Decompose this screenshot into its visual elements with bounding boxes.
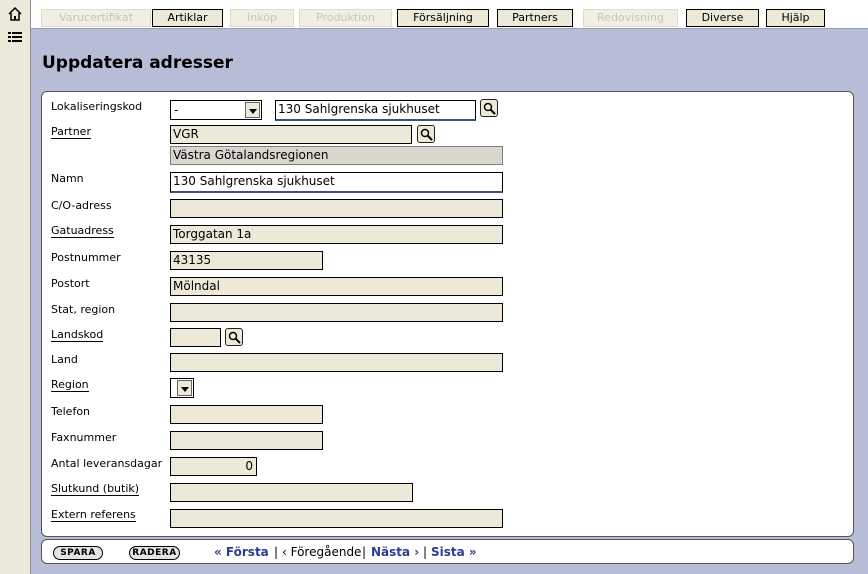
namn-label: Namn [51,172,84,185]
telefon-input[interactable] [170,405,323,424]
tab-redovisning[interactable]: Redovisning [583,9,678,27]
region-label[interactable]: Region [51,379,89,392]
faxnummer-label: Faxnummer [51,431,117,444]
tab-inkop[interactable]: Inköp [230,9,294,27]
telefon-label: Telefon [51,405,91,418]
land-label: Land [51,353,78,366]
lokaliseringskod-select[interactable]: - [170,100,262,120]
pager-separator: | [362,545,367,559]
landskod-input[interactable] [170,328,221,347]
slutkund-input[interactable] [170,483,413,502]
antal-leveransdagar-input[interactable]: 0 [170,457,257,476]
left-toolbar [0,0,31,574]
extern-referens-label[interactable]: Extern referens [51,509,136,522]
slutkund-label[interactable]: Slutkund (butik) [51,483,140,496]
partner-input[interactable]: VGR [170,125,412,144]
partner-name-display: Västra Götalandsregionen [170,146,503,165]
lokaliseringskod-select-value: - [174,103,179,117]
list-icon[interactable] [7,30,23,46]
postnummer-input[interactable]: 43135 [170,251,323,270]
extern-referens-input[interactable] [170,509,503,528]
namn-input[interactable]: 130 Sahlgrenska sjukhuset [170,172,503,193]
lokaliseringskod-input[interactable]: 130 Sahlgrenska sjukhuset [275,100,476,121]
chevron-down-icon[interactable] [245,102,260,118]
land-input[interactable] [170,353,503,372]
pager-first-link[interactable]: « Första [214,545,269,559]
stat-region-input[interactable] [170,303,503,322]
tab-artiklar[interactable]: Artiklar [152,9,223,27]
gatuadress-input[interactable]: Torggatan 1a [170,225,503,244]
lokaliseringskod-label: Lokaliseringskod [51,100,143,113]
tab-varucertifikat[interactable]: Varucertifikat [41,9,151,27]
tab-hjalp[interactable]: Hjälp [766,9,825,27]
pager-next-link[interactable]: Nästa › [371,545,419,559]
tab-partners[interactable]: Partners [497,9,573,27]
postnummer-label: Postnummer [51,251,121,264]
home-icon[interactable] [7,6,23,22]
save-button[interactable]: SPARA [53,546,103,560]
partner-label[interactable]: Partner [51,126,91,139]
co-adress-input[interactable] [170,199,503,218]
action-bar: SPARA RADERA « Första | ‹ Föregående | N… [41,539,854,564]
magnifier-icon[interactable] [480,99,498,117]
pager-last-link[interactable]: Sista » [431,545,477,559]
tab-diverse[interactable]: Diverse [686,9,759,27]
postort-input[interactable]: Mölndal [170,277,503,296]
magnifier-icon[interactable] [417,125,435,143]
magnifier-icon[interactable] [225,328,243,346]
stat-region-label: Stat, region [51,303,116,316]
pager-separator: | [274,545,279,559]
co-adress-label: C/O-adress [51,199,112,212]
chevron-down-icon[interactable] [177,380,192,396]
faxnummer-input[interactable] [170,431,323,450]
delete-button[interactable]: RADERA [129,546,180,560]
tab-produktion[interactable]: Produktion [299,9,392,27]
antal-leveransdagar-label: Antal leveransdagar [51,457,163,470]
gatuadress-label[interactable]: Gatuadress [51,225,114,238]
pager-separator: | [423,545,428,559]
region-select[interactable] [170,378,194,398]
landskod-label[interactable]: Landskod [51,329,104,342]
main-menu: Varucertifikat Artiklar Inköp Produktion… [31,0,868,29]
page-title: Uppdatera adresser [42,53,233,73]
postort-label: Postort [51,277,90,290]
pager-prev-link[interactable]: ‹ Föregående [282,545,361,559]
tab-forsaljning[interactable]: Försäljning [397,9,489,27]
